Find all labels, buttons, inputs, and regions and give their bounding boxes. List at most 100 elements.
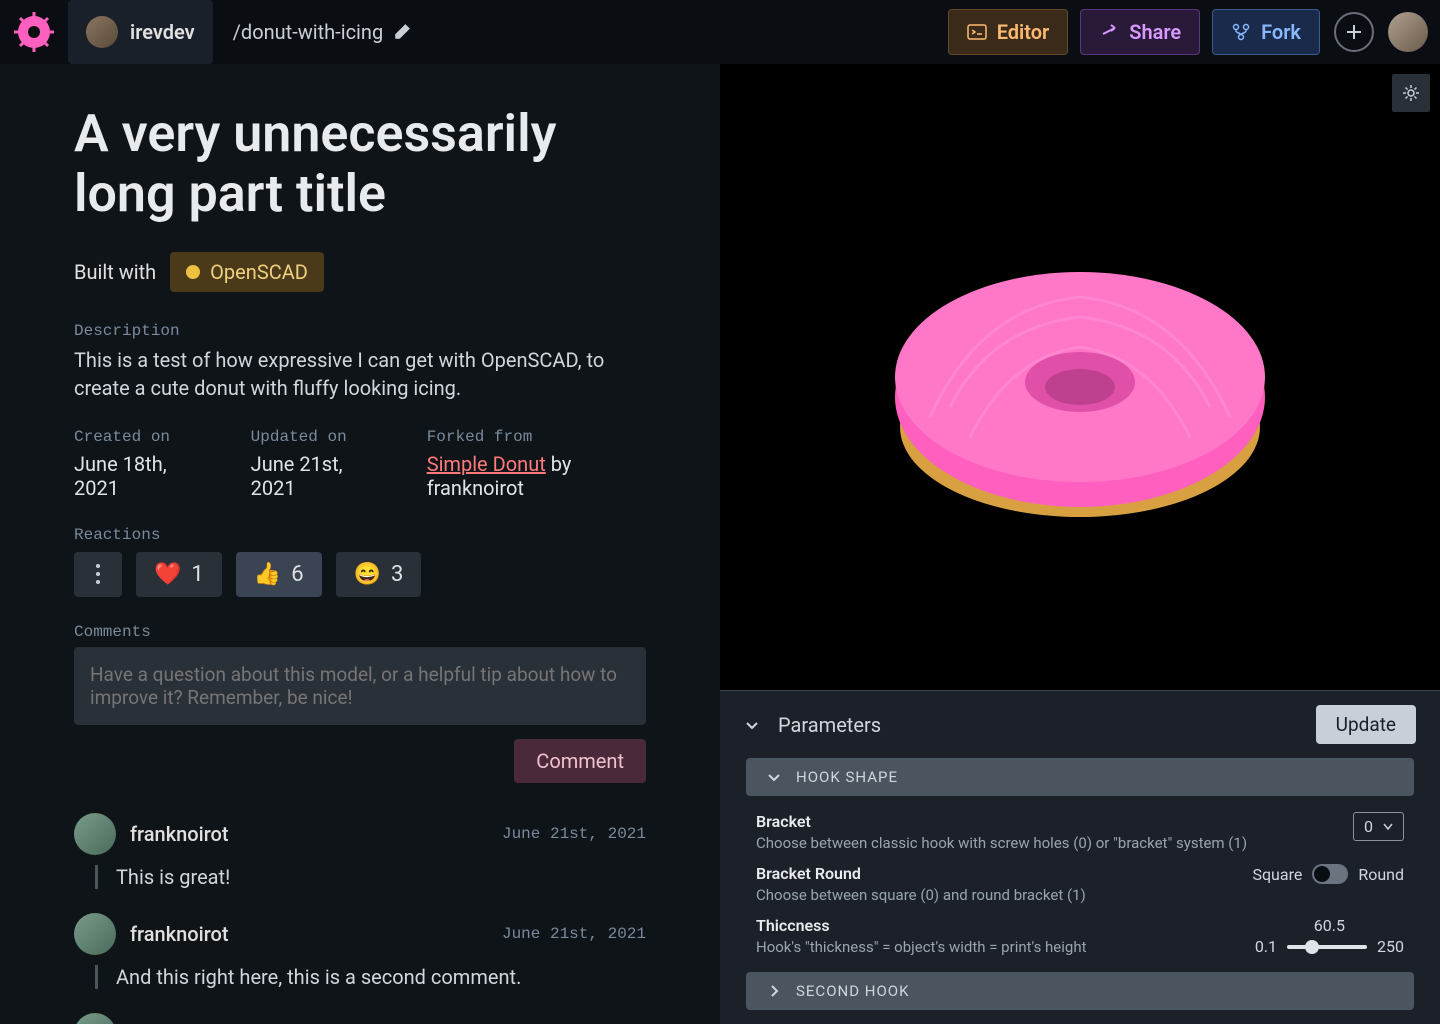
toggle-right-label: Round — [1358, 865, 1404, 884]
comment-avatar[interactable] — [74, 813, 116, 855]
top-bar: irevdev /donut-with-icing Editor Share F… — [0, 0, 1440, 64]
param-thiccness: Thiccness Hook's "thickness" = object's … — [720, 910, 1440, 962]
chevron-down-icon[interactable] — [744, 717, 760, 733]
new-button[interactable] — [1334, 12, 1374, 52]
reaction-emoji: 👍 — [254, 562, 281, 587]
plus-icon — [1345, 23, 1363, 41]
param-section-second-hook[interactable]: SECOND HOOK — [746, 972, 1414, 1010]
reactions-row: ❤️1👍6😄3 — [74, 552, 646, 597]
comment-author[interactable]: franknoirot — [130, 822, 488, 846]
select-value: 0 — [1364, 817, 1373, 836]
dropdown-icon — [1383, 823, 1393, 831]
forked-by: franknoirot — [427, 476, 524, 500]
share-button[interactable]: Share — [1080, 9, 1200, 55]
parameters-panel: Parameters Update HOOK SHAPE Bracket Cho… — [720, 690, 1440, 1024]
editor-icon — [967, 22, 987, 42]
comments-label: Comments — [74, 623, 646, 641]
comment-submit-button[interactable]: Comment — [514, 739, 646, 783]
viewer-pane: Parameters Update HOOK SHAPE Bracket Cho… — [720, 64, 1440, 1024]
comment-body: And this right here, this is a second co… — [95, 965, 646, 989]
param-section-title: HOOK SHAPE — [796, 768, 898, 786]
param-help: Choose between square (0) and round brac… — [756, 886, 1252, 904]
updated-label: Updated on — [251, 428, 377, 446]
description-label: Description — [74, 322, 646, 340]
model-viewer[interactable] — [720, 64, 1440, 690]
created-date: June 18th, 2021 — [74, 452, 201, 500]
owner-username: irevdev — [130, 20, 195, 44]
reactions-more-button[interactable] — [74, 552, 122, 597]
pencil-icon[interactable] — [393, 23, 411, 41]
update-button[interactable]: Update — [1316, 705, 1416, 744]
param-bracket-round: Bracket Round Choose between square (0) … — [720, 858, 1440, 910]
donut-render — [870, 207, 1290, 547]
slider-value: 60.5 — [1314, 916, 1345, 935]
fork-button[interactable]: Fork — [1212, 9, 1320, 55]
current-user-avatar[interactable] — [1388, 12, 1428, 52]
fork-label: Fork — [1261, 20, 1301, 44]
reaction-emoji: 😄 — [354, 562, 381, 587]
reaction-button[interactable]: 👍6 — [236, 552, 322, 597]
forked-link[interactable]: Simple Donut — [427, 452, 546, 476]
comment-author[interactable]: franknoirot — [130, 922, 488, 946]
forked-by-prefix: by — [546, 452, 572, 476]
bracket-select[interactable]: 0 — [1353, 812, 1404, 841]
owner-chip[interactable]: irevdev — [68, 0, 213, 64]
thiccness-slider[interactable] — [1287, 945, 1367, 949]
tool-chip[interactable]: OpenSCAD — [170, 252, 324, 292]
viewer-settings-button[interactable] — [1392, 74, 1430, 112]
reactions-label: Reactions — [74, 526, 646, 544]
slider-min: 0.1 — [1255, 937, 1277, 956]
editor-label: Editor — [997, 20, 1050, 44]
param-section-title: SECOND HOOK — [796, 982, 910, 1000]
slider-max: 250 — [1377, 937, 1404, 956]
parameters-title: Parameters — [778, 713, 1298, 737]
chevron-right-icon — [766, 983, 782, 999]
param-name: Thiccness — [756, 916, 1255, 935]
chevron-down-icon — [766, 769, 782, 785]
toggle-left-label: Square — [1252, 865, 1302, 884]
param-section-hook-shape[interactable]: HOOK SHAPE — [746, 758, 1414, 796]
gear-icon — [1401, 83, 1421, 103]
bracket-round-toggle[interactable] — [1312, 864, 1348, 884]
page-title: A very unnecessarily long part title — [74, 104, 646, 224]
details-pane: A very unnecessarily long part title Bui… — [0, 64, 720, 1024]
comment-body: This is great! — [95, 865, 646, 889]
reaction-count: 1 — [191, 562, 203, 587]
comment: franknoirotJune 21st, 2021And this right… — [74, 1013, 646, 1024]
updated-date: June 21st, 2021 — [251, 452, 377, 500]
tool-dot-icon — [186, 265, 200, 279]
breadcrumb: /donut-with-icing — [233, 20, 412, 44]
comment: franknoirot June 21st, 2021 And this right… — [74, 913, 646, 989]
reaction-count: 6 — [291, 562, 303, 587]
reaction-button[interactable]: 😄3 — [336, 552, 422, 597]
param-help: Hook's "thickness" = object's width = pr… — [756, 938, 1255, 956]
comment: franknoirot June 21st, 2021 This is great! — [74, 813, 646, 889]
param-name: Bracket Round — [756, 864, 1252, 883]
comment-date: June 21st, 2021 — [502, 925, 646, 943]
built-with-row: Built with OpenSCAD — [74, 252, 646, 292]
param-help: Choose between classic hook with screw h… — [756, 834, 1353, 852]
created-label: Created on — [74, 428, 201, 446]
fork-icon — [1231, 22, 1251, 42]
forked-label: Forked from — [427, 428, 646, 446]
comment-input[interactable] — [74, 647, 646, 725]
param-name: Bracket — [756, 812, 1353, 831]
editor-button[interactable]: Editor — [948, 9, 1069, 55]
description-text: This is a test of how expressive I can g… — [74, 346, 646, 402]
share-label: Share — [1129, 20, 1181, 44]
forked-from: Simple Donut by franknoirot — [427, 452, 646, 500]
built-with-label: Built with — [74, 260, 156, 284]
dots-vertical-icon — [95, 563, 101, 585]
comment-avatar[interactable] — [74, 913, 116, 955]
param-bracket: Bracket Choose between classic hook with… — [720, 806, 1440, 858]
tool-name: OpenSCAD — [210, 260, 308, 284]
breadcrumb-path[interactable]: /donut-with-icing — [233, 20, 384, 44]
share-icon — [1099, 22, 1119, 42]
comment-avatar[interactable] — [74, 1013, 116, 1024]
reaction-button[interactable]: ❤️ 1 — [136, 552, 222, 597]
reaction-emoji: ❤️ — [154, 562, 181, 587]
app-logo[interactable] — [12, 10, 56, 54]
reaction-count: 3 — [391, 562, 403, 587]
owner-avatar — [86, 16, 118, 48]
comment-date: June 21st, 2021 — [502, 825, 646, 843]
